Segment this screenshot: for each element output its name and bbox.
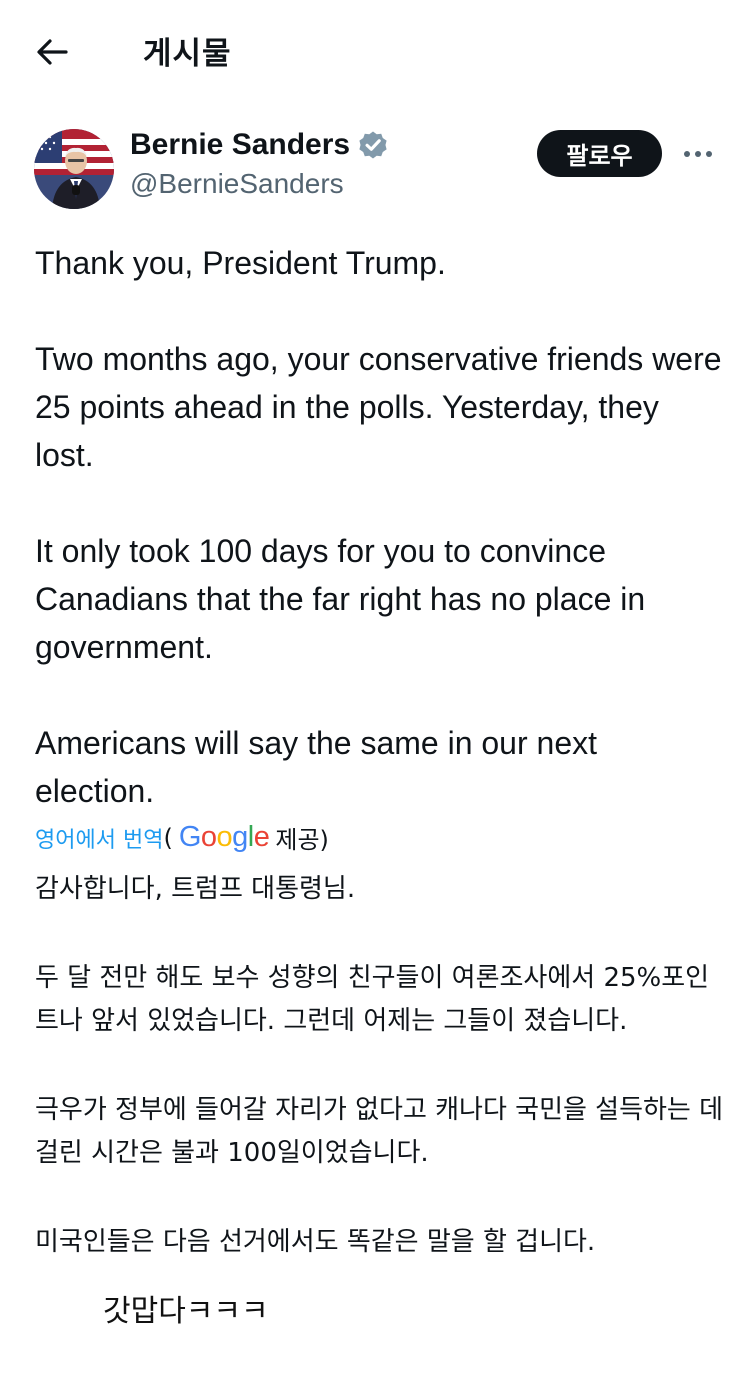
arrow-left-icon (37, 39, 68, 65)
avatar[interactable] (34, 129, 114, 209)
tweet-paragraph: Two months ago, your conservative friend… (35, 341, 722, 473)
author-name[interactable]: Bernie Sanders (130, 128, 350, 162)
translated-from-link[interactable]: 영어에서 번역 (35, 822, 163, 854)
page-title: 게시물 (143, 36, 232, 72)
tweet-paragraph: Thank you, President Trump. (35, 245, 446, 281)
google-logo-letter: G (178, 821, 202, 853)
image-caption: 갓맙다ㅋㅋㅋ (103, 1294, 269, 1329)
more-dots-icon (684, 151, 690, 157)
tweet-paragraph: It only took 100 days for you to convinc… (35, 533, 646, 665)
verified-badge-icon[interactable] (356, 128, 390, 162)
translation-attribution: 영어에서 번역 ( Google 제공) (35, 820, 329, 855)
google-logo-letter: o (200, 821, 217, 853)
top-bar: 게시물 (0, 0, 750, 100)
provided-label: 제공) (275, 826, 329, 854)
avatar-image (34, 129, 114, 209)
google-logo-letter: g (232, 821, 248, 853)
tweet-text: Thank you, President Trump. Two months a… (35, 239, 725, 815)
translated-paragraph: 극우가 정부에 들어갈 자리가 없다고 캐나다 국민을 설득하는 데 걸린 시간… (35, 1095, 724, 1168)
translated-paragraph: 감사합니다, 트럼프 대통령님. (35, 874, 356, 904)
google-logo-letter: o (216, 821, 233, 853)
follow-button[interactable]: 팔로우 (537, 130, 662, 177)
author-info: Bernie Sanders @BernieSanders (130, 128, 390, 200)
more-dots-icon (706, 151, 712, 157)
tweet-paragraph: Americans will say the same in our next … (35, 725, 597, 809)
translated-paragraph: 미국인들은 다음 선거에서도 똑같은 말을 할 겁니다. (35, 1227, 596, 1257)
more-options-button[interactable] (678, 136, 718, 172)
google-logo-letter: e (253, 821, 270, 853)
translated-paragraph: 두 달 전만 해도 보수 성향의 친구들이 여론조사에서 25%포인트나 앞서 … (35, 963, 710, 1036)
more-dots-icon (695, 151, 701, 157)
google-logo: Google (179, 821, 270, 854)
back-button[interactable] (30, 30, 74, 74)
open-paren: ( (163, 823, 173, 852)
author-handle[interactable]: @BernieSanders (130, 168, 390, 200)
translated-text: 감사합니다, 트럼프 대통령님. 두 달 전만 해도 보수 성향의 친구들이 여… (35, 868, 725, 1264)
